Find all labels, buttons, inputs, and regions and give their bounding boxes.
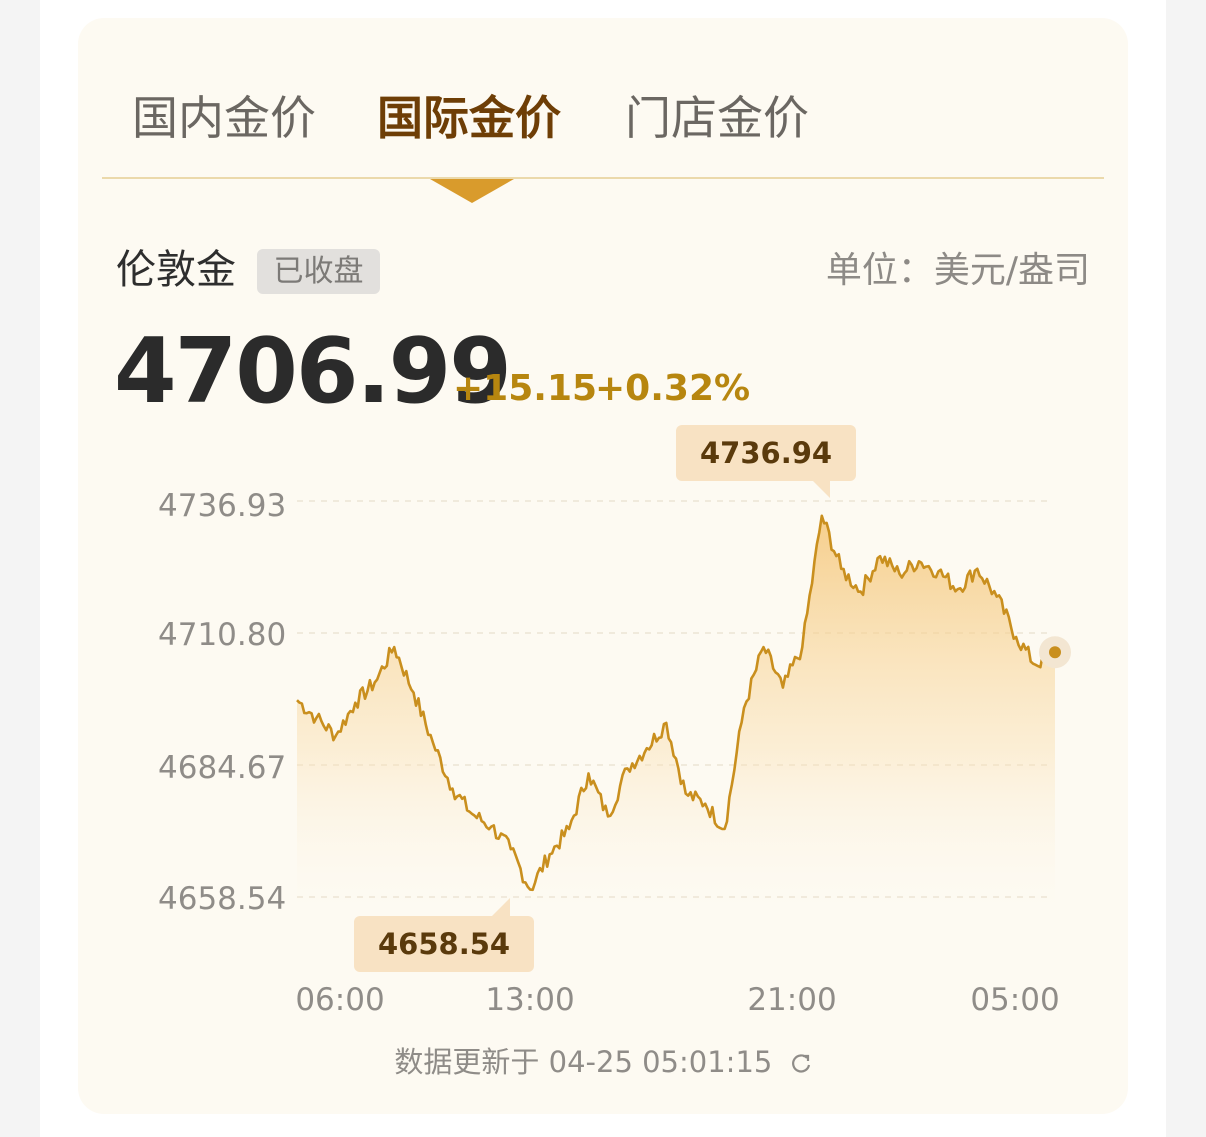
x-tick-label: 06:00	[295, 982, 385, 1018]
max-price-tooltip: 4736.94	[676, 425, 857, 481]
x-tick-label: 13:00	[485, 982, 575, 1018]
refresh-icon[interactable]	[790, 1045, 812, 1073]
price-chart[interactable]	[0, 0, 1206, 1137]
update-time-text: 数据更新于 04-25 05:01:15	[394, 1045, 773, 1079]
min-price-tooltip: 4658.54	[354, 916, 535, 972]
max-callout-pointer	[812, 480, 830, 498]
x-tick-label: 21:00	[747, 982, 837, 1018]
x-tick-label: 05:00	[970, 982, 1060, 1018]
current-point	[1049, 646, 1061, 659]
update-footer: 数据更新于 04-25 05:01:15	[0, 1042, 1206, 1082]
